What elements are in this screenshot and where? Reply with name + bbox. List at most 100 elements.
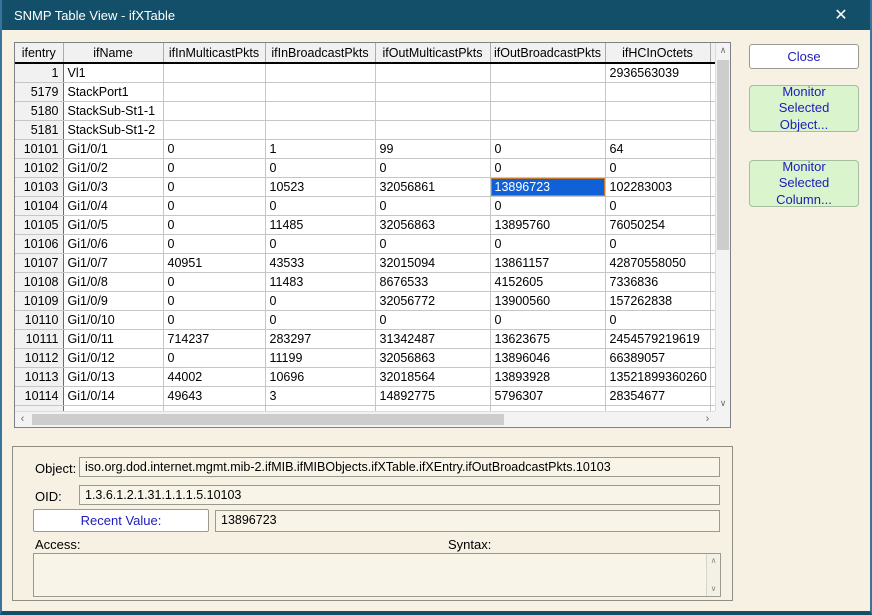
table-cell[interactable]: 4152605 bbox=[490, 272, 605, 291]
table-cell[interactable]: 49643 bbox=[163, 386, 265, 405]
scroll-right-icon[interactable]: › bbox=[700, 412, 715, 427]
table-cell[interactable]: 44002 bbox=[163, 367, 265, 386]
table-cell[interactable]: Gi1/0/11 bbox=[63, 329, 163, 348]
table-cell[interactable]: 0 bbox=[490, 139, 605, 158]
row-index-cell[interactable]: 10108 bbox=[15, 272, 63, 291]
table-cell[interactable]: 0 bbox=[265, 310, 375, 329]
table-cell[interactable]: 2454579219619 bbox=[605, 329, 710, 348]
table-cell[interactable]: 0 bbox=[163, 310, 265, 329]
table-cell[interactable] bbox=[490, 101, 605, 120]
table-cell[interactable]: Vl1 bbox=[63, 63, 163, 82]
column-header[interactable]: ifOutMulticastPkts bbox=[375, 43, 490, 63]
table-cell[interactable] bbox=[375, 82, 490, 101]
monitor-selected-object-button[interactable]: Monitor Selected Object... bbox=[749, 85, 859, 132]
table-cell[interactable]: 0 bbox=[265, 234, 375, 253]
table-cell[interactable]: 0 bbox=[375, 310, 490, 329]
table-cell[interactable]: 13896046 bbox=[490, 348, 605, 367]
row-index-cell[interactable]: 10107 bbox=[15, 253, 63, 272]
horizontal-scroll-thumb[interactable] bbox=[32, 414, 504, 425]
table-horizontal-scrollbar[interactable]: ‹ › bbox=[15, 411, 715, 427]
table-cell[interactable]: 0 bbox=[605, 234, 710, 253]
row-index-cell[interactable]: 10102 bbox=[15, 158, 63, 177]
table-cell[interactable]: Gi1/0/7 bbox=[63, 253, 163, 272]
table-cell[interactable]: 13623675 bbox=[490, 329, 605, 348]
table-cell[interactable]: 7336836 bbox=[605, 272, 710, 291]
table-cell[interactable]: 0 bbox=[163, 272, 265, 291]
table-cell[interactable]: 2936563039 bbox=[605, 63, 710, 82]
table-cell[interactable]: 11483 bbox=[265, 272, 375, 291]
table-cell[interactable]: 0 bbox=[163, 139, 265, 158]
selected-cell[interactable]: 13896723 bbox=[490, 177, 605, 196]
row-index-cell[interactable]: 10114 bbox=[15, 386, 63, 405]
row-index-cell[interactable]: 5180 bbox=[15, 101, 63, 120]
row-index-cell[interactable]: 10110 bbox=[15, 310, 63, 329]
table-cell[interactable]: 13521899360260 bbox=[605, 367, 710, 386]
table-cell[interactable]: 5796307 bbox=[490, 386, 605, 405]
table-cell[interactable]: 157262838 bbox=[605, 291, 710, 310]
table-cell[interactable]: 0 bbox=[265, 158, 375, 177]
table-cell[interactable]: 0 bbox=[375, 234, 490, 253]
table-cell[interactable]: 13861157 bbox=[490, 253, 605, 272]
table-cell[interactable]: 0 bbox=[490, 158, 605, 177]
table-cell[interactable]: 66389057 bbox=[605, 348, 710, 367]
object-value-field[interactable]: iso.org.dod.internet.mgmt.mib-2.ifMIB.if… bbox=[79, 457, 720, 477]
table-cell[interactable] bbox=[375, 120, 490, 139]
table-cell[interactable] bbox=[265, 101, 375, 120]
table-cell[interactable]: 0 bbox=[605, 310, 710, 329]
row-index-cell[interactable]: 10104 bbox=[15, 196, 63, 215]
table-cell[interactable]: 0 bbox=[163, 234, 265, 253]
oid-value-field[interactable]: 1.3.6.1.2.1.31.1.1.1.5.10103 bbox=[79, 485, 720, 505]
scroll-down-icon[interactable]: ∨ bbox=[716, 396, 730, 411]
table-cell[interactable]: 0 bbox=[163, 348, 265, 367]
table-cell[interactable]: 0 bbox=[163, 177, 265, 196]
table-cell[interactable] bbox=[265, 82, 375, 101]
table-cell[interactable]: Gi1/0/4 bbox=[63, 196, 163, 215]
table-cell[interactable] bbox=[490, 63, 605, 82]
table-cell[interactable]: 32015094 bbox=[375, 253, 490, 272]
table-cell[interactable]: 32056863 bbox=[375, 348, 490, 367]
table-cell[interactable]: Gi1/0/14 bbox=[63, 386, 163, 405]
table-cell[interactable]: 32056772 bbox=[375, 291, 490, 310]
table-cell[interactable]: Gi1/0/10 bbox=[63, 310, 163, 329]
titlebar[interactable]: SNMP Table View - ifXTable ✕ bbox=[2, 0, 870, 30]
table-cell[interactable]: 28354677 bbox=[605, 386, 710, 405]
table-cell[interactable]: 32056861 bbox=[375, 177, 490, 196]
table-cell[interactable] bbox=[375, 63, 490, 82]
column-header[interactable]: ifHCInOctets bbox=[605, 43, 710, 63]
table-cell[interactable]: Gi1/0/1 bbox=[63, 139, 163, 158]
table-cell[interactable]: 0 bbox=[265, 291, 375, 310]
table-cell[interactable]: 0 bbox=[490, 310, 605, 329]
table-cell[interactable]: 1 bbox=[265, 139, 375, 158]
scroll-left-icon[interactable]: ‹ bbox=[15, 412, 30, 427]
table-cell[interactable]: 13893928 bbox=[490, 367, 605, 386]
table-cell[interactable]: 14892775 bbox=[375, 386, 490, 405]
table-cell[interactable]: 64 bbox=[605, 139, 710, 158]
table-cell[interactable] bbox=[605, 101, 710, 120]
table-vertical-scrollbar[interactable]: ∧ ∨ bbox=[715, 43, 730, 411]
table-cell[interactable]: 13895760 bbox=[490, 215, 605, 234]
row-index-cell[interactable]: 10105 bbox=[15, 215, 63, 234]
table-cell[interactable] bbox=[605, 120, 710, 139]
column-header[interactable]: ifInBroadcastPkts bbox=[265, 43, 375, 63]
table-cell[interactable]: 13900560 bbox=[490, 291, 605, 310]
table-cell[interactable] bbox=[265, 120, 375, 139]
table-cell[interactable]: 43533 bbox=[265, 253, 375, 272]
field-vertical-scrollbar[interactable]: ∧ ∨ bbox=[706, 554, 720, 596]
window-close-icon[interactable]: ✕ bbox=[824, 5, 858, 25]
table-cell[interactable]: 32018564 bbox=[375, 367, 490, 386]
table-cell[interactable]: 0 bbox=[375, 158, 490, 177]
table-cell[interactable]: 0 bbox=[375, 196, 490, 215]
table-cell[interactable] bbox=[163, 101, 265, 120]
field-scroll-up-icon[interactable]: ∧ bbox=[707, 555, 720, 567]
table-cell[interactable]: 11485 bbox=[265, 215, 375, 234]
row-index-cell[interactable]: 10112 bbox=[15, 348, 63, 367]
column-header[interactable]: ifentry bbox=[15, 43, 63, 63]
table-cell[interactable]: StackPort1 bbox=[63, 82, 163, 101]
table-cell[interactable]: 0 bbox=[163, 291, 265, 310]
table-cell[interactable]: Gi1/0/3 bbox=[63, 177, 163, 196]
table-cell[interactable]: 10696 bbox=[265, 367, 375, 386]
table-cell[interactable]: 0 bbox=[490, 234, 605, 253]
row-index-cell[interactable]: 1 bbox=[15, 63, 63, 82]
table-cell[interactable]: 0 bbox=[490, 196, 605, 215]
table-cell[interactable]: 0 bbox=[605, 196, 710, 215]
